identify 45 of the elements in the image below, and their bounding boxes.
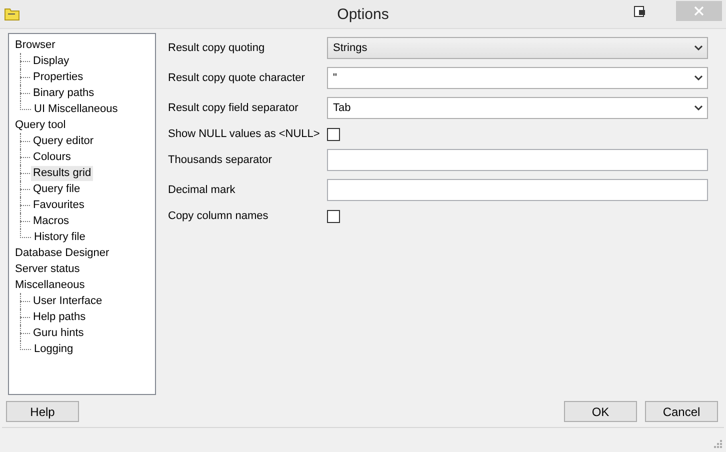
tree-item[interactable]: Server status — [13, 262, 82, 276]
tree-item[interactable]: Macros — [31, 214, 72, 228]
tree-item[interactable]: Colours — [31, 150, 73, 164]
dropdown[interactable]: Strings — [327, 37, 708, 59]
tree-item[interactable]: Query editor — [31, 134, 96, 148]
tree-item[interactable]: UI Miscellaneous — [32, 102, 120, 116]
help-button[interactable]: Help — [6, 401, 79, 422]
close-icon — [694, 6, 704, 16]
tree-item[interactable]: Database Designer — [13, 246, 112, 260]
tree-item[interactable]: Help paths — [31, 310, 88, 324]
tree-item[interactable]: Query tool — [13, 118, 68, 132]
setting-label: Copy column names — [168, 210, 270, 222]
tree-item[interactable]: Display — [31, 54, 72, 68]
ok-button[interactable]: OK — [564, 401, 637, 422]
window-title: Options — [337, 6, 389, 22]
dropdown[interactable]: " — [327, 67, 708, 89]
setting-label: Result copy field separator — [168, 102, 300, 114]
tree-item[interactable]: Logging — [32, 342, 76, 356]
tree-item[interactable]: User Interface — [31, 294, 104, 308]
setting-label: Thousands separator — [168, 154, 273, 166]
dropdown[interactable]: Tab — [327, 97, 708, 119]
input-field[interactable] — [327, 149, 708, 171]
tree-item[interactable]: Results grid — [31, 166, 94, 180]
chevron-down-icon — [694, 75, 703, 81]
setting-label: Result copy quote character — [168, 72, 306, 84]
checkbox[interactable] — [327, 128, 340, 140]
checkbox[interactable] — [327, 210, 340, 222]
input-field[interactable] — [327, 179, 708, 201]
tree-item[interactable]: Favourites — [31, 198, 86, 212]
tree-item[interactable]: Miscellaneous — [13, 278, 87, 292]
setting-label: Decimal mark — [168, 184, 236, 196]
chevron-down-icon — [694, 105, 703, 111]
tree-item[interactable]: Binary paths — [31, 86, 96, 100]
setting-label: Show NULL values as <NULL> — [168, 128, 321, 140]
folder-icon — [4, 7, 20, 21]
chevron-down-icon — [694, 45, 703, 51]
tree-item[interactable]: Browser — [13, 38, 58, 52]
tree-item[interactable]: Query file — [31, 182, 82, 196]
resize-grip-icon — [713, 439, 722, 448]
setting-label: Result copy quoting — [168, 42, 266, 54]
tree-item[interactable]: History file — [32, 230, 88, 244]
cancel-button[interactable]: Cancel — [645, 401, 718, 422]
tree-item[interactable]: Guru hints — [31, 326, 86, 340]
tree-item[interactable]: Properties — [31, 70, 86, 84]
window-mode-icon[interactable] — [634, 6, 646, 18]
